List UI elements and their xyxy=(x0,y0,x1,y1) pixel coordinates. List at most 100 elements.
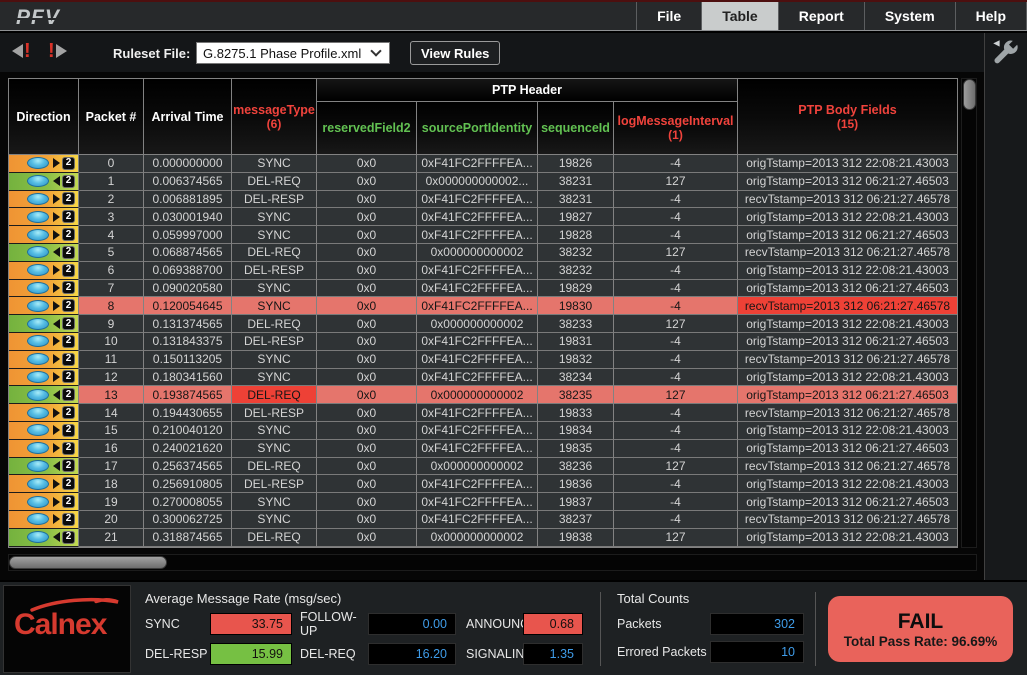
message-type-cell[interactable]: SYNC xyxy=(232,422,317,440)
reserved-field2-cell[interactable]: 0x0 xyxy=(317,333,417,351)
menu-report[interactable]: Report xyxy=(778,2,864,30)
arrival-time-cell[interactable]: 0.090020580 xyxy=(144,280,232,298)
source-port-identity-cell[interactable]: 0x000000000002... xyxy=(417,173,538,191)
arrival-time-cell[interactable]: 0.193874565 xyxy=(144,386,232,404)
arrival-time-cell[interactable]: 0.120054645 xyxy=(144,297,232,315)
column-header-packet[interactable]: Packet # xyxy=(79,79,144,154)
direction-cell[interactable]: 2 xyxy=(9,404,79,422)
ptp-body-fields-cell[interactable]: recvTstamp=2013 312 06:21:27.46578 xyxy=(738,404,957,422)
sequence-id-cell[interactable]: 19836 xyxy=(538,475,614,493)
arrival-time-cell[interactable]: 0.318874565 xyxy=(144,529,232,547)
log-message-interval-cell[interactable]: -4 xyxy=(614,351,738,369)
log-message-interval-cell[interactable]: 127 xyxy=(614,173,738,191)
source-port-identity-cell[interactable]: 0x000000000002 xyxy=(417,315,538,333)
ptp-body-fields-cell[interactable]: origTstamp=2013 312 22:08:21.43003 xyxy=(738,475,957,493)
previous-error-button[interactable]: ! xyxy=(12,42,31,60)
ruleset-file-select[interactable]: G.8275.1 Phase Profile.xml xyxy=(196,42,390,64)
direction-cell[interactable]: 2 xyxy=(9,173,79,191)
source-port-identity-cell[interactable]: 0xF41FC2FFFFEA... xyxy=(417,404,538,422)
log-message-interval-cell[interactable]: 127 xyxy=(614,244,738,262)
source-port-identity-cell[interactable]: 0x000000000002 xyxy=(417,529,538,547)
reserved-field2-cell[interactable]: 0x0 xyxy=(317,440,417,458)
message-type-cell[interactable]: DEL-RESP xyxy=(232,262,317,280)
packet-number-cell[interactable]: 19 xyxy=(79,493,144,511)
source-port-identity-cell[interactable]: 0xF41FC2FFFFEA... xyxy=(417,351,538,369)
settings-wrench-icon[interactable] xyxy=(989,37,1023,76)
packet-number-cell[interactable]: 6 xyxy=(79,262,144,280)
source-port-identity-cell[interactable]: 0xF41FC2FFFFEA... xyxy=(417,369,538,387)
packet-number-cell[interactable]: 8 xyxy=(79,297,144,315)
reserved-field2-cell[interactable]: 0x0 xyxy=(317,475,417,493)
log-message-interval-cell[interactable]: -4 xyxy=(614,511,738,529)
sequence-id-cell[interactable]: 19830 xyxy=(538,297,614,315)
direction-cell[interactable]: 2 xyxy=(9,315,79,333)
log-message-interval-cell[interactable]: -4 xyxy=(614,226,738,244)
message-type-cell[interactable]: SYNC xyxy=(232,297,317,315)
horizontal-scrollbar[interactable] xyxy=(8,554,977,571)
sequence-id-cell[interactable]: 19835 xyxy=(538,440,614,458)
ptp-body-fields-cell[interactable]: origTstamp=2013 312 22:08:21.43003 xyxy=(738,262,957,280)
packet-number-cell[interactable]: 14 xyxy=(79,404,144,422)
reserved-field2-cell[interactable]: 0x0 xyxy=(317,191,417,209)
log-message-interval-cell[interactable]: -4 xyxy=(614,155,738,173)
column-header-reserved-field2[interactable]: reservedField2 xyxy=(317,102,417,154)
message-type-cell[interactable]: SYNC xyxy=(232,208,317,226)
log-message-interval-cell[interactable]: -4 xyxy=(614,422,738,440)
ptp-body-fields-cell[interactable]: origTstamp=2013 312 06:21:27.46503 xyxy=(738,173,957,191)
ptp-body-fields-cell[interactable]: origTstamp=2013 312 06:21:27.46503 xyxy=(738,226,957,244)
arrival-time-cell[interactable]: 0.256910805 xyxy=(144,475,232,493)
reserved-field2-cell[interactable]: 0x0 xyxy=(317,351,417,369)
ptp-body-fields-cell[interactable]: origTstamp=2013 312 06:21:27.46503 xyxy=(738,386,957,404)
direction-cell[interactable]: 2 xyxy=(9,440,79,458)
direction-cell[interactable]: 2 xyxy=(9,208,79,226)
source-port-identity-cell[interactable]: 0xF41FC2FFFFEA... xyxy=(417,191,538,209)
sequence-id-cell[interactable]: 38232 xyxy=(538,262,614,280)
arrival-time-cell[interactable]: 0.194430655 xyxy=(144,404,232,422)
ptp-body-fields-cell[interactable]: origTstamp=2013 312 22:08:21.43003 xyxy=(738,315,957,333)
reserved-field2-cell[interactable]: 0x0 xyxy=(317,386,417,404)
packet-number-cell[interactable]: 4 xyxy=(79,226,144,244)
packet-number-cell[interactable]: 18 xyxy=(79,475,144,493)
menu-system[interactable]: System xyxy=(864,2,955,30)
direction-cell[interactable]: 2 xyxy=(9,297,79,315)
ptp-body-fields-cell[interactable]: recvTstamp=2013 312 06:21:27.46578 xyxy=(738,191,957,209)
packet-number-cell[interactable]: 21 xyxy=(79,529,144,547)
reserved-field2-cell[interactable]: 0x0 xyxy=(317,369,417,387)
packet-number-cell[interactable]: 15 xyxy=(79,422,144,440)
direction-cell[interactable]: 2 xyxy=(9,475,79,493)
log-message-interval-cell[interactable]: -4 xyxy=(614,333,738,351)
log-message-interval-cell[interactable]: -4 xyxy=(614,262,738,280)
log-message-interval-cell[interactable]: -4 xyxy=(614,404,738,422)
message-type-cell[interactable]: SYNC xyxy=(232,280,317,298)
log-message-interval-cell[interactable]: -4 xyxy=(614,440,738,458)
arrival-time-cell[interactable]: 0.131374565 xyxy=(144,315,232,333)
packet-number-cell[interactable]: 3 xyxy=(79,208,144,226)
reserved-field2-cell[interactable]: 0x0 xyxy=(317,155,417,173)
source-port-identity-cell[interactable]: 0xF41FC2FFFFEA... xyxy=(417,440,538,458)
message-type-cell[interactable]: DEL-REQ xyxy=(232,173,317,191)
ptp-body-fields-cell[interactable]: origTstamp=2013 312 22:08:21.43003 xyxy=(738,369,957,387)
message-type-cell[interactable]: DEL-RESP xyxy=(232,475,317,493)
packet-number-cell[interactable]: 10 xyxy=(79,333,144,351)
message-type-cell[interactable]: DEL-REQ xyxy=(232,244,317,262)
reserved-field2-cell[interactable]: 0x0 xyxy=(317,511,417,529)
arrival-time-cell[interactable]: 0.180341560 xyxy=(144,369,232,387)
vertical-scrollbar[interactable] xyxy=(961,78,977,548)
column-header-arrival-time[interactable]: Arrival Time xyxy=(144,79,232,154)
message-type-cell[interactable]: DEL-REQ xyxy=(232,529,317,547)
column-header-sequence-id[interactable]: sequenceId xyxy=(538,102,614,154)
direction-cell[interactable]: 2 xyxy=(9,155,79,173)
direction-cell[interactable]: 2 xyxy=(9,369,79,387)
menu-file[interactable]: File xyxy=(636,2,701,30)
next-error-button[interactable]: ! xyxy=(48,42,67,60)
source-port-identity-cell[interactable]: 0x000000000002 xyxy=(417,244,538,262)
ptp-body-fields-cell[interactable]: recvTstamp=2013 312 06:21:27.46578 xyxy=(738,511,957,529)
direction-cell[interactable]: 2 xyxy=(9,280,79,298)
sequence-id-cell[interactable]: 19826 xyxy=(538,155,614,173)
source-port-identity-cell[interactable]: 0xF41FC2FFFFEA... xyxy=(417,280,538,298)
reserved-field2-cell[interactable]: 0x0 xyxy=(317,404,417,422)
log-message-interval-cell[interactable]: 127 xyxy=(614,386,738,404)
arrival-time-cell[interactable]: 0.270008055 xyxy=(144,493,232,511)
column-header-source-port-identity[interactable]: sourcePortIdentity xyxy=(417,102,538,154)
sequence-id-cell[interactable]: 38233 xyxy=(538,315,614,333)
